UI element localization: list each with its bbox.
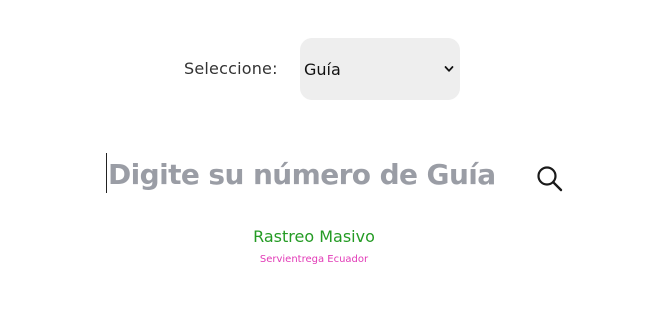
search-type-select[interactable]: Guía (300, 38, 460, 100)
search-type-label: Seleccione: (184, 59, 278, 78)
search-row (0, 150, 650, 200)
search-type-selected-value: Guía (304, 60, 341, 79)
chevron-down-icon (444, 66, 454, 72)
tracking-page: Seleccione: Guía Rastreo Masivo Servient… (0, 0, 650, 327)
text-caret (106, 153, 107, 193)
bulk-tracking-link[interactable]: Rastreo Masivo (0, 227, 628, 246)
company-name: Servientrega Ecuador (259, 254, 369, 265)
search-type-row: Seleccione: Guía (0, 38, 650, 100)
tracking-number-input[interactable] (108, 150, 508, 198)
search-icon[interactable] (535, 164, 565, 194)
